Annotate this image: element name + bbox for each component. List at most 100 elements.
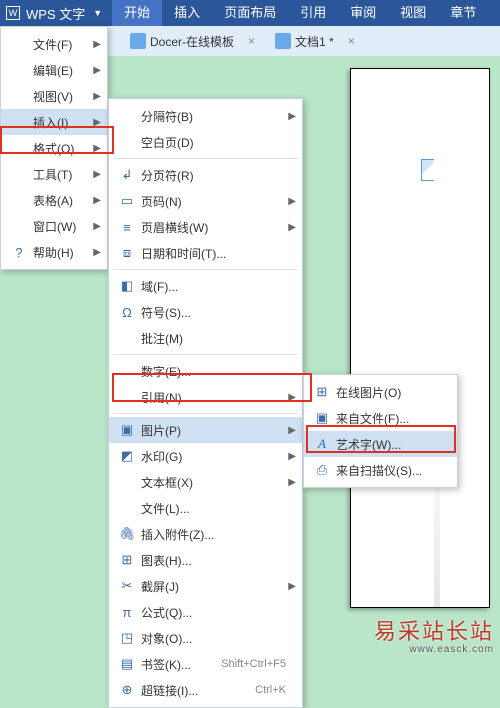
picture-item-3[interactable]: ⎙来自扫描仪(S)... — [304, 457, 457, 483]
insert-label-25: 超链接(I)... — [137, 682, 255, 699]
doc-tab-docer[interactable]: Docer-在线模板 — [150, 33, 234, 50]
insert-item-16[interactable]: ◩水印(G)▶ — [109, 443, 302, 469]
insert-label-23: 对象(O)... — [137, 630, 296, 647]
insert-item-25[interactable]: ⊕超链接(I)...Ctrl+K — [109, 677, 302, 703]
insert-label-21: 截屏(J) — [137, 578, 288, 595]
⎙-icon: ⎙ — [312, 462, 332, 478]
insert-item-19[interactable]: 🖇插入附件(Z)... — [109, 521, 302, 547]
main-menu-item-0[interactable]: 文件(F)▶ — [1, 31, 107, 57]
insert-item-18[interactable]: 文件(L)... — [109, 495, 302, 521]
chevron-right-icon: ▶ — [288, 111, 296, 122]
insert-item-17[interactable]: 文本框(X)▶ — [109, 469, 302, 495]
picture-item-2[interactable]: A艺术字(W)... — [304, 431, 457, 457]
insert-item-10[interactable]: 批注(M) — [109, 325, 302, 351]
close-icon[interactable]: × — [248, 34, 255, 48]
?-icon: ? — [9, 245, 29, 260]
insert-item-23[interactable]: ◳对象(O)... — [109, 625, 302, 651]
picture-item-1[interactable]: ▣来自文件(F)... — [304, 405, 457, 431]
tab-home[interactable]: 开始 — [112, 0, 162, 26]
insert-item-12[interactable]: 数字(E)... — [109, 358, 302, 384]
shortcut: Ctrl+K — [255, 684, 296, 696]
picture-submenu: ⊞在线图片(O)▣来自文件(F)...A艺术字(W)...⎙来自扫描仪(S)..… — [303, 374, 458, 488]
◳-icon: ◳ — [117, 630, 137, 646]
main-menu-label-8: 帮助(H) — [29, 244, 93, 261]
≡-icon: ≡ — [117, 220, 137, 235]
tab-insert[interactable]: 插入 — [162, 0, 212, 26]
insert-item-21[interactable]: ✂截屏(J)▶ — [109, 573, 302, 599]
main-menu-item-4[interactable]: 格式(O)▶ — [1, 135, 107, 161]
doc-tab-1[interactable]: 文档1 * — [295, 33, 334, 50]
main-menu-label-6: 表格(A) — [29, 192, 93, 209]
chevron-right-icon: ▶ — [93, 221, 101, 232]
◧-icon: ◧ — [117, 278, 137, 294]
main-menu-label-5: 工具(T) — [29, 166, 93, 183]
main-menu-item-5[interactable]: 工具(T)▶ — [1, 161, 107, 187]
close-icon-2[interactable]: × — [348, 34, 355, 48]
document-page[interactable] — [350, 68, 490, 608]
insert-item-20[interactable]: ⊞图表(H)... — [109, 547, 302, 573]
main-menu-item-2[interactable]: 视图(V)▶ — [1, 83, 107, 109]
main-menu-item-3[interactable]: 插入(I)▶ — [1, 109, 107, 135]
insert-item-1[interactable]: 空白页(D) — [109, 129, 302, 155]
insert-label-24: 书签(K)... — [137, 656, 221, 673]
insert-item-24[interactable]: ▤书签(K)...Shift+Ctrl+F5 — [109, 651, 302, 677]
▭-icon: ▭ — [117, 193, 137, 209]
picture-label-1: 来自文件(F)... — [332, 410, 451, 427]
insert-label-12: 数字(E)... — [137, 363, 296, 380]
insert-item-8[interactable]: ◧域(F)... — [109, 273, 302, 299]
⊞-icon: ⊞ — [312, 384, 332, 400]
insert-item-13[interactable]: 引用(N)▶ — [109, 384, 302, 410]
chevron-right-icon: ▶ — [93, 39, 101, 50]
insert-item-5[interactable]: ≡页眉横线(W)▶ — [109, 214, 302, 240]
⊞-icon: ⊞ — [117, 552, 137, 568]
🖇-icon: 🖇 — [117, 526, 137, 542]
▣-icon: ▣ — [117, 422, 137, 438]
π-icon: π — [117, 605, 137, 620]
◩-icon: ◩ — [117, 448, 137, 464]
main-menu-item-1[interactable]: 编辑(E)▶ — [1, 57, 107, 83]
insert-submenu: 分隔符(B)▶空白页(D)↲分页符(R)▭页码(N)▶≡页眉横线(W)▶⧈日期和… — [108, 98, 303, 708]
doc-icon — [130, 33, 146, 49]
insert-item-15[interactable]: ▣图片(P)▶ — [109, 417, 302, 443]
chevron-right-icon: ▶ — [93, 195, 101, 206]
insert-label-16: 水印(G) — [137, 448, 288, 465]
main-menu-item-6[interactable]: 表格(A)▶ — [1, 187, 107, 213]
insert-item-3[interactable]: ↲分页符(R) — [109, 162, 302, 188]
insert-item-6[interactable]: ⧈日期和时间(T)... — [109, 240, 302, 266]
main-menu-label-7: 窗口(W) — [29, 218, 93, 235]
chevron-right-icon: ▶ — [93, 65, 101, 76]
chevron-right-icon: ▶ — [288, 451, 296, 462]
tab-section[interactable]: 章节 — [438, 0, 488, 26]
insert-label-9: 符号(S)... — [137, 304, 296, 321]
insert-label-15: 图片(P) — [137, 422, 288, 439]
image-placeholder-icon[interactable] — [421, 159, 439, 181]
main-menu-label-4: 格式(O) — [29, 140, 93, 157]
insert-label-6: 日期和时间(T)... — [137, 245, 296, 262]
chevron-right-icon: ▶ — [288, 222, 296, 233]
insert-item-22[interactable]: π公式(Q)... — [109, 599, 302, 625]
picture-item-0[interactable]: ⊞在线图片(O) — [304, 379, 457, 405]
tab-view[interactable]: 视图 — [388, 0, 438, 26]
insert-label-18: 文件(L)... — [137, 500, 296, 517]
chevron-right-icon: ▶ — [288, 392, 296, 403]
insert-item-0[interactable]: 分隔符(B)▶ — [109, 103, 302, 129]
tab-review[interactable]: 审阅 — [338, 0, 388, 26]
insert-label-1: 空白页(D) — [137, 134, 296, 151]
watermark-text: 易采站长站 — [374, 619, 494, 644]
insert-item-4[interactable]: ▭页码(N)▶ — [109, 188, 302, 214]
✂-icon: ✂ — [117, 578, 137, 594]
chevron-right-icon: ▶ — [288, 425, 296, 436]
doc-icon-2 — [275, 33, 291, 49]
shortcut: Shift+Ctrl+F5 — [221, 658, 296, 670]
tab-layout[interactable]: 页面布局 — [212, 0, 288, 26]
insert-item-9[interactable]: Ω符号(S)... — [109, 299, 302, 325]
main-menu-item-8[interactable]: ?帮助(H)▶ — [1, 239, 107, 265]
⧈-icon: ⧈ — [117, 245, 137, 261]
chevron-right-icon: ▶ — [288, 581, 296, 592]
insert-label-13: 引用(N) — [137, 389, 288, 406]
insert-label-20: 图表(H)... — [137, 552, 296, 569]
tab-ref[interactable]: 引用 — [288, 0, 338, 26]
insert-label-4: 页码(N) — [137, 193, 288, 210]
menu-dropdown-icon[interactable]: ▼ — [93, 8, 102, 18]
main-menu-item-7[interactable]: 窗口(W)▶ — [1, 213, 107, 239]
